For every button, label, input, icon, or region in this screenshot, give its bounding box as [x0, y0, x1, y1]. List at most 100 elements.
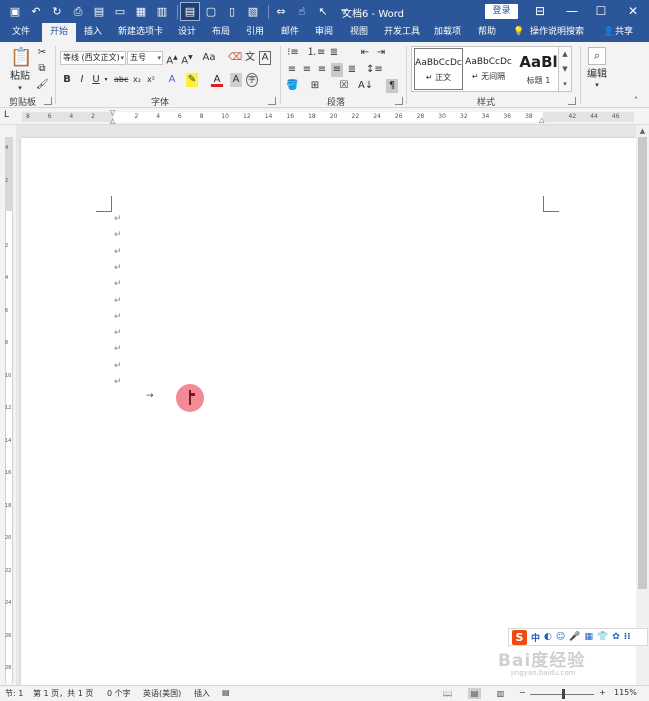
paste-dropdown-icon[interactable]: ▾ — [13, 81, 27, 95]
first-line-indent-marker[interactable]: ▽ — [110, 109, 115, 117]
hanging-indent-marker[interactable]: △ — [110, 117, 115, 125]
sort-icon[interactable]: A↓ — [358, 79, 373, 93]
bullets-icon[interactable]: ⁝≡ — [286, 46, 300, 60]
text-effects-icon[interactable]: A — [166, 73, 178, 87]
zoom-level[interactable]: 115% — [614, 688, 637, 697]
tab-layout[interactable]: 布局 — [212, 23, 230, 42]
page-layout-icon[interactable]: ▧ — [244, 3, 262, 20]
shading-icon[interactable]: 🪣 — [286, 79, 298, 93]
line-spacing-icon[interactable]: ↕≡ — [366, 63, 383, 77]
tab-mailings[interactable]: 邮件 — [281, 23, 299, 42]
align-center-icon[interactable]: ≡ — [301, 63, 313, 77]
login-button[interactable]: 登录 — [485, 4, 518, 19]
paste-special-icon[interactable]: ▦ — [132, 3, 150, 20]
font-size-combo[interactable]: 五号 ▾ — [127, 51, 163, 65]
tab-developer[interactable]: 开发工具 — [384, 23, 420, 42]
macro-record-icon[interactable]: ▤ — [222, 688, 230, 697]
tab-help[interactable]: 帮助 — [478, 23, 496, 42]
clipboard-launcher-icon[interactable] — [44, 97, 52, 105]
horizontal-ruler[interactable]: 8 6 4 2 2 4 6 8 10 12 14 16 18 20 22 24 26 28 30 32 34 36 38 42… — [0, 108, 649, 125]
page-width-icon[interactable]: ⇔ — [272, 3, 290, 20]
scroll-thumb[interactable] — [638, 137, 647, 589]
style-heading-1[interactable]: AaBl 标题 1 — [514, 48, 563, 90]
status-insert-mode[interactable]: 插入 — [194, 688, 210, 699]
ime-punctuation-icon[interactable]: ◐ — [544, 632, 552, 642]
tab-home[interactable]: 开始 — [42, 23, 77, 42]
zoom-slider-thumb[interactable] — [562, 689, 565, 699]
clear-formatting-icon[interactable]: ⌫ — [228, 51, 242, 65]
tab-new-tab[interactable]: 新建选项卡 — [118, 23, 163, 42]
change-case-button[interactable]: Aa — [200, 51, 218, 65]
zoom-out-icon[interactable]: − — [519, 688, 526, 697]
page-view-icon[interactable]: ▤ — [180, 2, 200, 21]
character-border-button[interactable]: A — [259, 51, 271, 65]
more-styles-icon[interactable]: ▾ — [559, 77, 571, 92]
collapse-ribbon-icon[interactable]: ˄ — [631, 94, 641, 108]
right-indent-marker[interactable]: △ — [539, 116, 544, 124]
select-icon[interactable]: ↖ — [314, 3, 332, 20]
touch-mode-icon[interactable]: ☝ — [293, 3, 311, 20]
styles-scroll[interactable]: ▲ ▼ ▾ — [558, 46, 572, 92]
tab-file[interactable]: 文件 — [12, 23, 30, 42]
paragraph-launcher-icon[interactable] — [395, 97, 403, 105]
open-icon[interactable]: ▭ — [111, 3, 129, 20]
restore-button[interactable]: ☐ — [585, 0, 617, 23]
copy-format-icon[interactable]: ▥ — [153, 3, 171, 20]
share-icon[interactable]: 👤 — [603, 23, 614, 42]
cut-icon[interactable]: ✂ — [36, 46, 48, 60]
share-button[interactable]: 共享 — [615, 23, 633, 42]
copy-icon[interactable]: ⧉ — [36, 62, 48, 76]
bold-icon[interactable]: B — [62, 73, 72, 87]
minimize-button[interactable]: — — [556, 0, 588, 23]
read-mode-icon[interactable]: 📖 — [441, 688, 454, 699]
distributed-icon[interactable]: ≣ — [346, 63, 358, 77]
save-icon[interactable]: ▣ — [6, 3, 24, 20]
borders-icon[interactable]: ⊞ — [309, 79, 321, 93]
undo-icon[interactable]: ↶ — [27, 3, 45, 20]
show-marks-icon[interactable]: ¶ — [386, 79, 398, 93]
highlight-color-icon[interactable]: ✎ — [186, 73, 198, 87]
font-launcher-icon[interactable] — [268, 97, 276, 105]
scroll-up-icon[interactable]: ▲ — [636, 125, 649, 137]
italic-icon[interactable]: I — [77, 73, 87, 87]
ribbon-display-options-icon[interactable]: ⊟ — [524, 0, 556, 23]
increase-indent-icon[interactable]: ⇥ — [374, 46, 388, 60]
search-icon[interactable]: ⌕ — [588, 47, 606, 65]
tab-selector-button[interactable]: L — [4, 110, 16, 122]
grow-font-icon[interactable]: A▲ — [166, 51, 178, 66]
print-preview-icon[interactable]: ⎙ — [69, 3, 87, 20]
align-right-icon[interactable]: ≡ — [316, 63, 328, 77]
status-word-count[interactable]: 0 个字 — [107, 688, 131, 699]
shrink-font-icon[interactable]: A▼ — [181, 51, 193, 66]
status-language[interactable]: 英语(美国) — [143, 688, 181, 699]
close-button[interactable]: ✕ — [617, 0, 649, 23]
ime-more-icon[interactable]: ⁝⁝ — [624, 632, 631, 642]
ime-mode-chinese[interactable]: 中 — [531, 631, 540, 644]
status-page[interactable]: 第 1 页，共 1 页 — [33, 688, 93, 699]
font-name-combo[interactable]: 等线 (西文正文) ▾ — [60, 51, 126, 65]
decrease-indent-icon[interactable]: ⇤ — [358, 46, 372, 60]
font-color-icon[interactable]: A — [211, 73, 223, 87]
chevron-up-icon[interactable]: ▲ — [559, 47, 571, 62]
print-layout-icon[interactable]: ▤ — [468, 688, 481, 699]
chevron-down-icon[interactable]: ▾ — [590, 78, 604, 92]
paste-icon[interactable]: 📋 — [10, 48, 32, 68]
ime-voice-icon[interactable]: 🎤 — [569, 632, 580, 642]
tab-addins[interactable]: 加载项 — [434, 23, 461, 42]
character-shading-icon[interactable]: A — [230, 73, 242, 87]
vertical-ruler[interactable]: 4 2 2 4 6 8 10 12 14 16 18 20 22 24 26 28 — [0, 125, 16, 685]
tab-references[interactable]: 引用 — [246, 23, 264, 42]
zoom-in-icon[interactable]: + — [599, 688, 606, 697]
ime-keyboard-icon[interactable]: ▦ — [584, 632, 593, 642]
phonetic-guide-icon[interactable]: 文 — [244, 51, 256, 65]
chevron-down-icon[interactable]: ▼ — [559, 62, 571, 77]
tab-review[interactable]: 审阅 — [315, 23, 333, 42]
enclose-characters-icon[interactable]: 字 — [246, 73, 258, 87]
align-left-icon[interactable]: ≡ — [286, 63, 298, 77]
ime-toolbox-icon[interactable]: ✿ — [612, 632, 620, 642]
styles-launcher-icon[interactable] — [568, 97, 576, 105]
multi-page-icon[interactable]: ▯ — [223, 3, 241, 20]
redo-icon[interactable]: ↻ — [48, 3, 66, 20]
subscript-icon[interactable]: x₂ — [131, 73, 143, 87]
justify-icon[interactable]: ≡ — [331, 63, 343, 77]
